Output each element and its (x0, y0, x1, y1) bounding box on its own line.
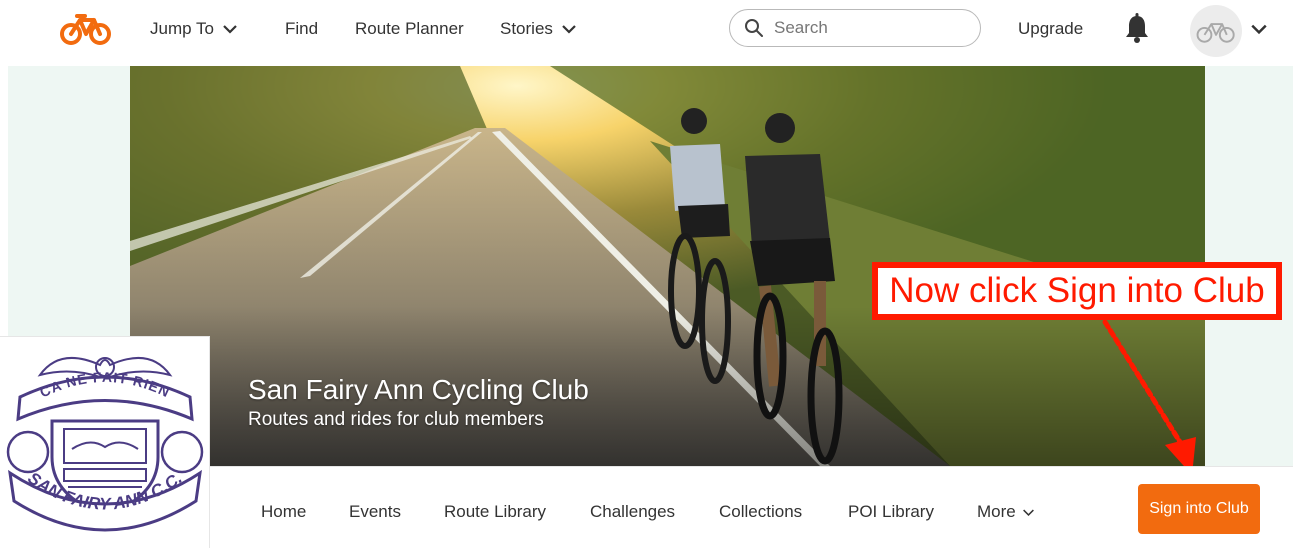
top-navigation-bar: Jump To Find Route Planner Stories Upgra… (0, 0, 1293, 60)
club-nav-route-library[interactable]: Route Library (444, 502, 546, 522)
sign-into-club-button[interactable]: Sign into Club (1138, 484, 1260, 534)
tutorial-annotation-text: Now click Sign into Club (889, 271, 1265, 310)
club-navigation-bar: Home Events Route Library Challenges Col… (210, 466, 1293, 548)
bicycle-avatar-icon (1196, 23, 1235, 43)
chevron-down-icon (223, 25, 237, 34)
chevron-down-icon (1022, 509, 1034, 516)
find-link[interactable]: Find (285, 19, 318, 39)
bell-icon[interactable] (1124, 13, 1150, 43)
club-nav-events[interactable]: Events (349, 502, 401, 522)
bicycle-logo-icon[interactable] (60, 12, 112, 46)
club-nav-challenges[interactable]: Challenges (590, 502, 675, 522)
club-nav-home[interactable]: Home (261, 502, 306, 522)
club-nav-poi-library[interactable]: POI Library (848, 502, 934, 522)
chevron-down-icon[interactable] (1250, 20, 1268, 38)
club-title: San Fairy Ann Cycling Club (248, 374, 589, 405)
search-box[interactable] (729, 9, 981, 47)
club-tagline: Routes and rides for club members (248, 409, 544, 430)
upgrade-link[interactable]: Upgrade (1018, 19, 1083, 39)
route-planner-label: Route Planner (355, 19, 464, 38)
find-label: Find (285, 19, 319, 38)
search-input[interactable] (774, 18, 954, 38)
chevron-down-icon (562, 25, 576, 34)
tutorial-annotation-box: Now click Sign into Club (872, 262, 1282, 320)
jump-to-label: Jump To (150, 19, 214, 38)
club-crest-panel: CA NE FAIT RIEN SAN FAIRY ANN C.C. (0, 336, 210, 548)
stories-label: Stories (500, 19, 553, 38)
route-planner-link[interactable]: Route Planner (355, 19, 464, 39)
user-avatar[interactable] (1190, 5, 1242, 57)
club-nav-collections[interactable]: Collections (719, 502, 802, 522)
club-crest-logo: CA NE FAIT RIEN SAN FAIRY ANN C.C. (6, 357, 204, 532)
club-nav-more-menu[interactable]: More (977, 502, 1035, 522)
club-nav-more-label: More (977, 502, 1016, 521)
search-icon (745, 19, 763, 37)
stories-menu[interactable]: Stories (500, 19, 577, 39)
jump-to-menu[interactable]: Jump To (150, 19, 238, 39)
